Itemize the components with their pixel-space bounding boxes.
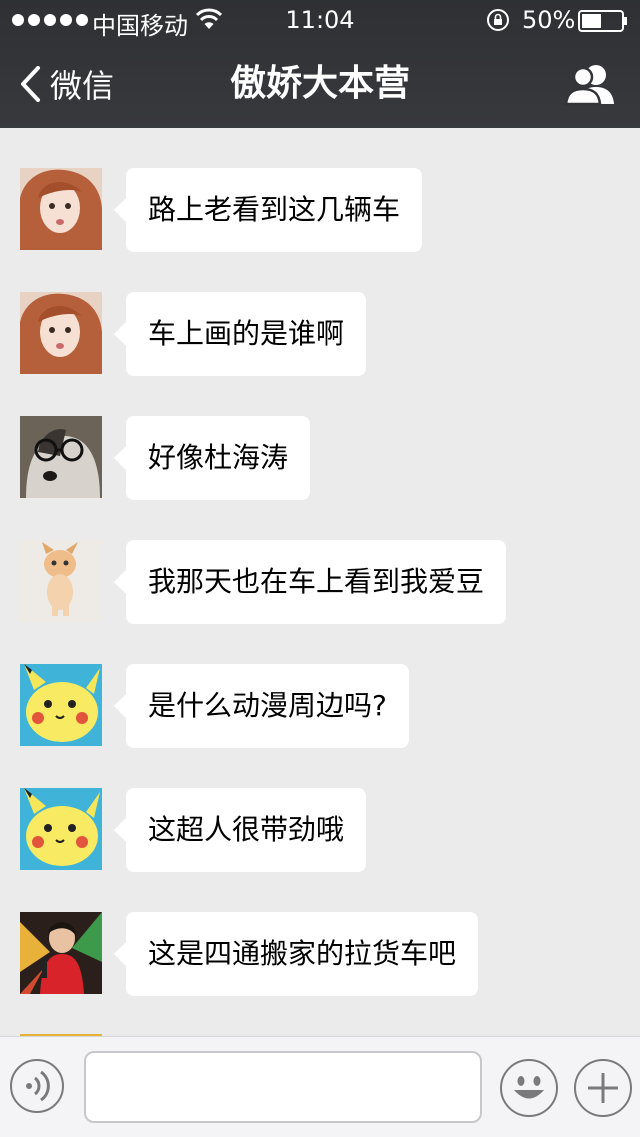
sender-avatar[interactable] — [20, 292, 102, 374]
message-input[interactable] — [84, 1051, 482, 1123]
header: 中国移动 11:04 50% 微信 傲娇大本营 — [0, 0, 640, 128]
sender-avatar[interactable] — [20, 664, 102, 746]
avatar-red-hair-girl-icon — [20, 292, 102, 374]
avatar-husky-glasses-icon — [20, 416, 102, 498]
avatar-pikachu-icon — [20, 664, 102, 746]
more-options-button[interactable] — [574, 1059, 632, 1117]
message-bubble[interactable]: 我那天也在车上看到我爱豆 — [113, 540, 507, 624]
emoji-button[interactable] — [500, 1059, 558, 1117]
sender-avatar[interactable] — [20, 788, 102, 870]
avatar-pikachu-icon — [20, 788, 102, 870]
chat-title: 傲娇大本营 — [229, 63, 410, 104]
status-bar: 中国移动 11:04 50% — [0, 0, 640, 40]
group-members-button[interactable] — [564, 62, 616, 106]
sender-avatar[interactable] — [20, 168, 102, 250]
input-toolbar — [0, 1036, 640, 1137]
sender-avatar[interactable] — [20, 912, 102, 994]
message-bubble[interactable]: 路上老看到这几辆车 — [113, 168, 423, 252]
message-bubble[interactable]: 这是四通搬家的拉货车吧 — [113, 912, 479, 996]
sender-avatar[interactable] — [20, 540, 102, 622]
chat-message-list[interactable]: 路上老看到这几辆车 车上画的是谁啊 好像杜海涛 我那天也在车上看到我爱豆 是什么… — [0, 128, 640, 1036]
message-bubble[interactable]: 这超人很带劲哦 — [113, 788, 367, 872]
rotation-lock-icon — [487, 9, 509, 31]
voice-icon — [26, 1070, 50, 1102]
message-bubble[interactable]: 车上画的是谁啊 — [113, 292, 367, 376]
smiley-face-icon — [514, 1076, 544, 1099]
message-bubble[interactable]: 是什么动漫周边吗? — [114, 664, 409, 748]
avatar-kitten-icon — [20, 540, 102, 622]
avatar-singer-red-icon — [20, 912, 102, 994]
sender-avatar[interactable] — [20, 416, 102, 498]
voice-input-button[interactable] — [10, 1059, 64, 1113]
navigation-bar: 微信 傲娇大本营 — [0, 40, 640, 128]
battery-percentage: 50% — [522, 6, 576, 34]
message-bubble[interactable]: 好像杜海涛 — [113, 416, 311, 500]
battery-icon — [578, 10, 627, 32]
plus-icon — [588, 1073, 618, 1103]
avatar-red-hair-girl-icon — [20, 168, 102, 250]
